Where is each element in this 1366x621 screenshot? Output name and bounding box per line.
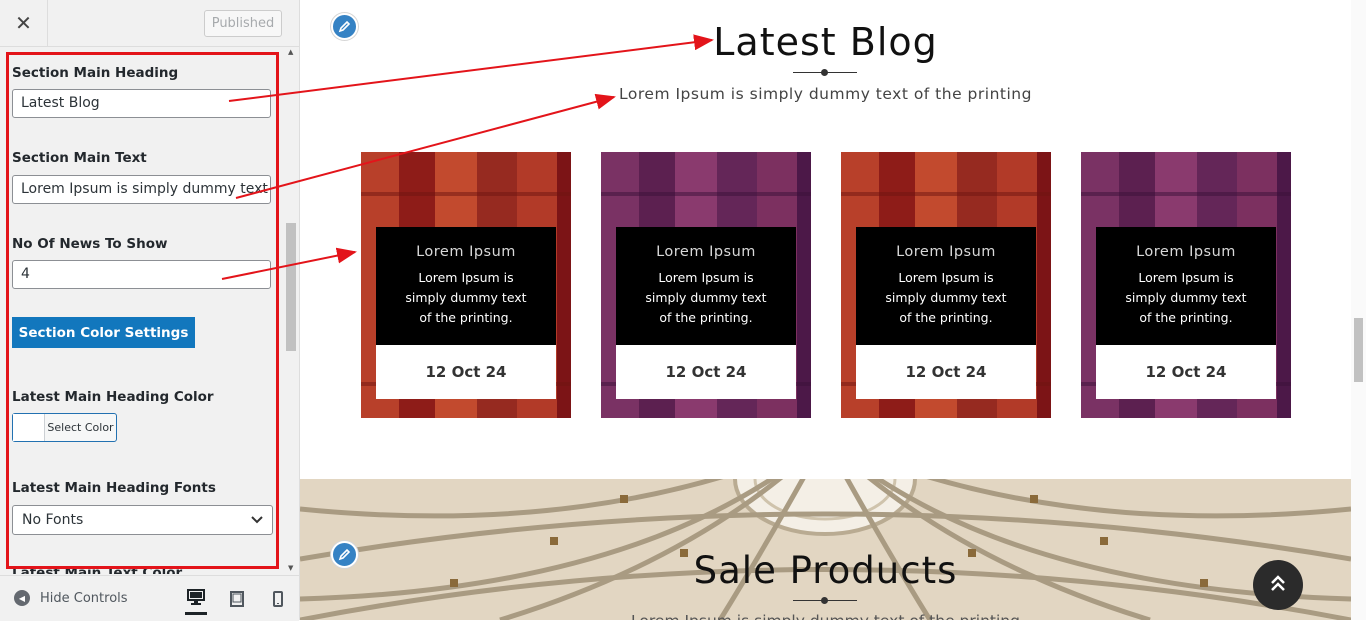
sidebar-scroll-thumb[interactable] bbox=[286, 223, 296, 351]
blog-section-title: Latest Blog bbox=[713, 20, 938, 64]
blog-card-text: Lorem Ipsum is simply dummy text of the … bbox=[405, 270, 527, 325]
sale-section-subtitle: Lorem Ipsum is simply dummy text of the … bbox=[300, 612, 1351, 620]
scroll-up-arrow-icon[interactable]: ▲ bbox=[288, 48, 293, 56]
site-preview: Latest Blog Lorem Ipsum is simply dummy … bbox=[300, 0, 1351, 620]
blog-card-date: 12 Oct 24 bbox=[376, 345, 556, 399]
blog-card-text: Lorem Ipsum is simply dummy text of the … bbox=[885, 270, 1007, 325]
preview-scroll-thumb[interactable] bbox=[1354, 318, 1363, 382]
section-heading-input[interactable]: Latest Blog bbox=[12, 89, 271, 118]
section-text-input[interactable]: Lorem Ipsum is simply dummy text of the … bbox=[12, 175, 271, 204]
sale-section-title: Sale Products bbox=[693, 549, 958, 592]
close-button[interactable]: ✕ bbox=[0, 0, 48, 46]
sidebar-scrollbar[interactable]: ▲ ▼ bbox=[286, 47, 298, 574]
close-icon: ✕ bbox=[15, 11, 32, 35]
select-color-label: Select Color bbox=[47, 421, 114, 434]
chevron-down-icon bbox=[250, 506, 264, 544]
tablet-icon bbox=[230, 591, 244, 607]
sale-products-section: Sale Products Lorem Ipsum is simply dumm… bbox=[300, 479, 1351, 620]
section-heading-label: Section Main Heading bbox=[12, 65, 179, 81]
hide-controls-button[interactable]: ◀ Hide Controls bbox=[14, 590, 128, 606]
section-color-settings-button[interactable]: Section Color Settings bbox=[12, 317, 195, 348]
blog-card-title: Lorem Ipsum bbox=[896, 244, 996, 260]
blog-card-overlay: Lorem Ipsum Lorem Ipsum is simply dummy … bbox=[1096, 227, 1276, 345]
desktop-icon bbox=[187, 589, 205, 605]
color-swatch bbox=[13, 414, 45, 441]
blog-card-title: Lorem Ipsum bbox=[416, 244, 516, 260]
blog-card[interactable]: Lorem Ipsum Lorem Ipsum is simply dummy … bbox=[361, 152, 571, 418]
mobile-icon bbox=[273, 591, 283, 607]
blog-section-subtitle: Lorem Ipsum is simply dummy text of the … bbox=[619, 85, 1032, 103]
news-count-label: No Of News To Show bbox=[12, 236, 168, 252]
hide-controls-label: Hide Controls bbox=[40, 590, 128, 606]
blog-card-overlay: Lorem Ipsum Lorem Ipsum is simply dummy … bbox=[856, 227, 1036, 345]
heading-color-label: Latest Main Heading Color bbox=[12, 389, 214, 405]
scroll-to-top-button[interactable] bbox=[1253, 560, 1303, 610]
heading-fonts-value: No Fonts bbox=[22, 512, 84, 528]
blog-card-text: Lorem Ipsum is simply dummy text of the … bbox=[1125, 270, 1247, 325]
section-text-label: Section Main Text bbox=[12, 150, 147, 166]
tablet-preview-button[interactable] bbox=[226, 588, 248, 610]
sale-title-divider-dot bbox=[821, 597, 828, 604]
controls-panel: Section Main Heading Latest Blog Section… bbox=[0, 47, 286, 574]
heading-fonts-label: Latest Main Heading Fonts bbox=[12, 480, 216, 496]
blog-card-overlay: Lorem Ipsum Lorem Ipsum is simply dummy … bbox=[616, 227, 796, 345]
collapse-arrow-icon: ◀ bbox=[14, 590, 30, 606]
blog-card-title: Lorem Ipsum bbox=[1136, 244, 1236, 260]
customizer-footer: ◀ Hide Controls bbox=[0, 575, 299, 621]
blog-card-title: Lorem Ipsum bbox=[656, 244, 756, 260]
blog-card[interactable]: Lorem Ipsum Lorem Ipsum is simply dummy … bbox=[1081, 152, 1291, 418]
blog-card-date: 12 Oct 24 bbox=[616, 345, 796, 399]
main-text-color-label: Latest Main Text Color bbox=[12, 565, 183, 574]
blog-card-text: Lorem Ipsum is simply dummy text of the … bbox=[645, 270, 767, 325]
blog-card-date: 12 Oct 24 bbox=[1096, 345, 1276, 399]
preview-scrollbar[interactable] bbox=[1351, 0, 1366, 620]
blog-card[interactable]: Lorem Ipsum Lorem Ipsum is simply dummy … bbox=[601, 152, 811, 418]
double-chevron-up-icon bbox=[1270, 573, 1286, 598]
customizer-sidebar: ✕ Published Section Main Heading Latest … bbox=[0, 0, 300, 621]
blog-card-date: 12 Oct 24 bbox=[856, 345, 1036, 399]
heading-color-picker[interactable]: Select Color bbox=[12, 413, 117, 442]
publish-button[interactable]: Published bbox=[204, 10, 282, 37]
desktop-preview-button[interactable] bbox=[185, 585, 207, 615]
customizer-header: ✕ Published bbox=[0, 0, 299, 47]
mobile-preview-button[interactable] bbox=[267, 588, 289, 610]
scroll-down-arrow-icon[interactable]: ▼ bbox=[288, 564, 293, 572]
news-count-input[interactable]: 4 bbox=[12, 260, 271, 289]
blog-card-overlay: Lorem Ipsum Lorem Ipsum is simply dummy … bbox=[376, 227, 556, 345]
title-divider-dot bbox=[821, 69, 828, 76]
heading-fonts-select[interactable]: No Fonts bbox=[12, 505, 273, 535]
blog-card[interactable]: Lorem Ipsum Lorem Ipsum is simply dummy … bbox=[841, 152, 1051, 418]
